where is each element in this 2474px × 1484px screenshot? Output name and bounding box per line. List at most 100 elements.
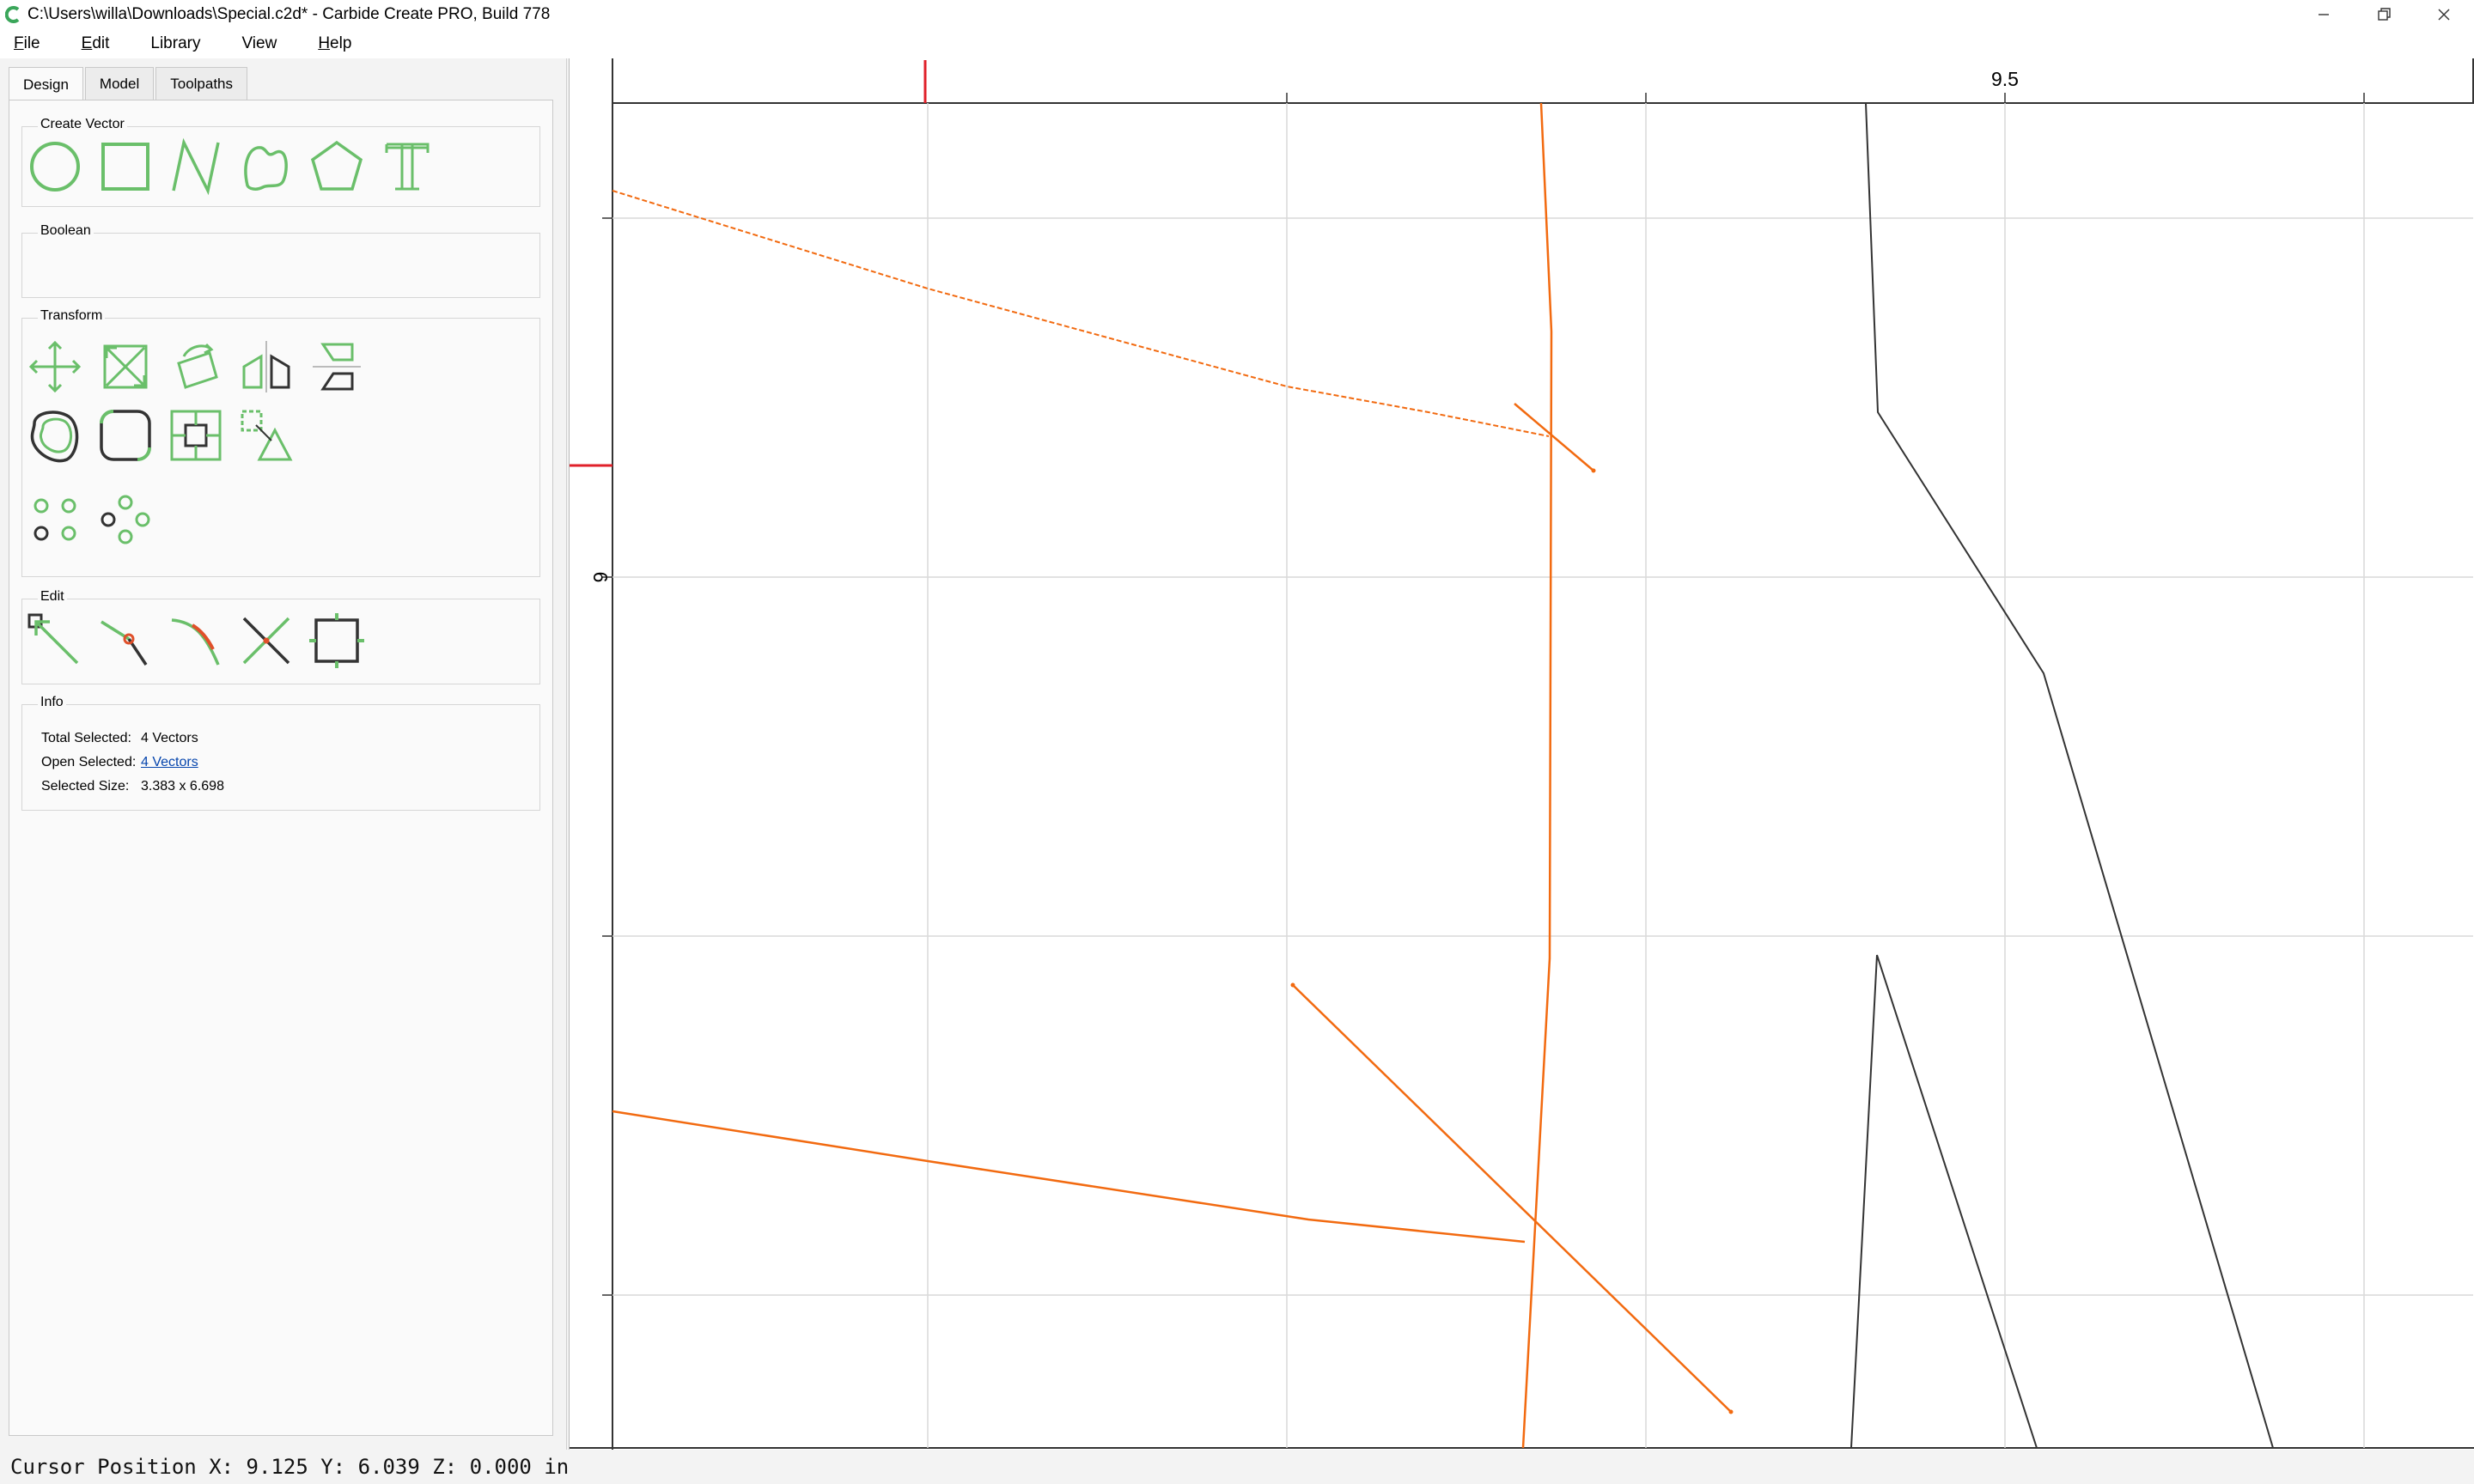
align-tool-button[interactable] xyxy=(308,338,366,396)
menu-library-label: Library xyxy=(150,34,201,52)
rectangle-icon xyxy=(101,143,149,191)
boolean-label: Boolean xyxy=(38,223,94,239)
selected-size-label: Selected Size: xyxy=(41,779,130,794)
scale-tool-button[interactable] xyxy=(96,338,155,396)
open-selected-row: Open Selected: 4 Vectors xyxy=(41,755,198,770)
menu-view-label: View xyxy=(241,34,277,52)
vector-selected[interactable] xyxy=(1292,984,1732,1413)
edit-nodes-tool-button[interactable] xyxy=(26,611,84,670)
mirror-icon xyxy=(242,341,290,392)
tab-model[interactable]: Model xyxy=(84,67,155,100)
fillet-tool-button[interactable] xyxy=(96,406,155,465)
menu-view[interactable]: View xyxy=(233,34,285,53)
open-selected-link[interactable]: 4 Vectors xyxy=(141,755,198,770)
polyline-tool-button[interactable] xyxy=(167,137,225,196)
rectangle-tool-button[interactable] xyxy=(96,137,155,196)
top-ruler-label: 9.5 xyxy=(1991,68,2019,90)
close-button[interactable] xyxy=(2414,0,2474,29)
design-canvas[interactable]: 9.5 6 xyxy=(569,58,2474,1450)
menu-help-accel: H xyxy=(318,34,331,52)
vector-unselected[interactable] xyxy=(1865,102,2274,1449)
menu-file-rest: ile xyxy=(23,34,40,52)
close-icon xyxy=(2438,9,2450,21)
text-icon xyxy=(385,143,430,191)
node-select-icon xyxy=(27,613,79,665)
array-tool-button[interactable] xyxy=(26,490,84,549)
left-ruler-label: 6 xyxy=(589,572,612,583)
rotate-tool-button[interactable] xyxy=(167,338,225,396)
total-selected-value: 4 Vectors xyxy=(141,731,198,745)
rotate-icon xyxy=(177,343,218,389)
vector-selected[interactable] xyxy=(1514,403,1594,471)
curve-tool-button[interactable] xyxy=(237,137,296,196)
circular-array-tool-button[interactable] xyxy=(96,490,155,549)
curve-icon xyxy=(244,146,288,191)
minimize-button[interactable] xyxy=(2294,0,2354,29)
window-title: C:\Users\willa\Downloads\Special.c2d* - … xyxy=(27,5,551,23)
trim-tool-button[interactable] xyxy=(237,611,296,670)
tab-toolpaths[interactable]: Toolpaths xyxy=(155,67,248,100)
bounding-box-tool-button[interactable] xyxy=(308,611,366,670)
node-edit-tool-button[interactable] xyxy=(167,406,225,465)
vector-unselected[interactable] xyxy=(1850,954,2038,1449)
menu-edit[interactable]: Edit xyxy=(73,34,119,53)
info-group: Info Total Selected: 4 Vectors Open Sele… xyxy=(21,695,540,811)
bounding-box-icon xyxy=(309,613,364,668)
transform-group: Transform xyxy=(21,308,540,577)
tab-design[interactable]: Design xyxy=(9,67,83,101)
transform-shape-tool-button[interactable] xyxy=(237,406,296,465)
menu-help[interactable]: Help xyxy=(309,34,360,53)
menu-library[interactable]: Library xyxy=(142,34,209,53)
circle-icon xyxy=(30,142,80,192)
vector-selected[interactable] xyxy=(612,1110,1526,1244)
left-panel: Design Model Toolpaths Create Vector Boo… xyxy=(0,58,567,1450)
offset-tool-button[interactable] xyxy=(26,406,84,465)
canvas-svg: 9.5 6 xyxy=(570,58,2474,1450)
window-controls xyxy=(2294,0,2474,29)
edit-group: Edit xyxy=(21,589,540,684)
vector-selected[interactable] xyxy=(1521,102,1553,1449)
status-bar: Cursor Position X: 9.125 Y: 6.039 Z: 0.0… xyxy=(0,1450,2474,1484)
text-tool-button[interactable] xyxy=(378,137,436,196)
polygon-icon xyxy=(310,140,363,191)
transform-label: Transform xyxy=(38,308,106,324)
split-tool-button[interactable] xyxy=(96,611,155,670)
carbide-app-icon xyxy=(5,6,20,23)
selected-size-row: Selected Size: 3.383 x 6.698 xyxy=(41,779,224,794)
split-icon xyxy=(101,620,148,666)
restore-button[interactable] xyxy=(2354,0,2414,29)
join-tool-button[interactable] xyxy=(167,611,225,670)
polygon-tool-button[interactable] xyxy=(308,137,366,196)
total-selected-row: Total Selected: 4 Vectors xyxy=(41,731,198,746)
circular-array-icon xyxy=(101,495,150,544)
move-arrows-icon xyxy=(28,340,82,393)
node-edit-icon xyxy=(170,410,222,461)
circle-tool-button[interactable] xyxy=(26,137,84,196)
menu-help-rest: elp xyxy=(330,34,352,52)
grid-lines xyxy=(612,103,2473,1448)
minimize-icon xyxy=(2319,14,2329,15)
open-selected-label: Open Selected: xyxy=(41,755,137,769)
title-bar: C:\Users\willa\Downloads\Special.c2d* - … xyxy=(0,0,2474,29)
scale-icon xyxy=(103,344,148,389)
ruler-ticks xyxy=(602,93,2365,1296)
align-icon xyxy=(313,343,361,391)
grid-array-icon xyxy=(34,498,76,541)
restore-icon xyxy=(2378,8,2391,21)
menu-bar: File Edit Library View Help xyxy=(0,29,2474,58)
create-vector-group: Create Vector xyxy=(21,117,540,207)
shape-transform-icon xyxy=(241,410,293,461)
fillet-icon xyxy=(100,410,151,461)
design-tab-content: Create Vector Boolean Transform Edit Inf… xyxy=(9,100,553,1436)
info-label: Info xyxy=(38,695,66,710)
offset-icon xyxy=(30,411,79,463)
menu-edit-accel: E xyxy=(81,34,93,52)
trim-icon xyxy=(242,617,290,665)
selected-size-value: 3.383 x 6.698 xyxy=(141,779,224,794)
menu-file[interactable]: File xyxy=(5,34,49,53)
vector-selected-dashed[interactable] xyxy=(612,190,1550,437)
boolean-group: Boolean xyxy=(21,223,540,298)
move-tool-button[interactable] xyxy=(26,338,84,396)
panel-tabs: Design Model Toolpaths xyxy=(9,67,249,101)
mirror-tool-button[interactable] xyxy=(237,338,296,396)
